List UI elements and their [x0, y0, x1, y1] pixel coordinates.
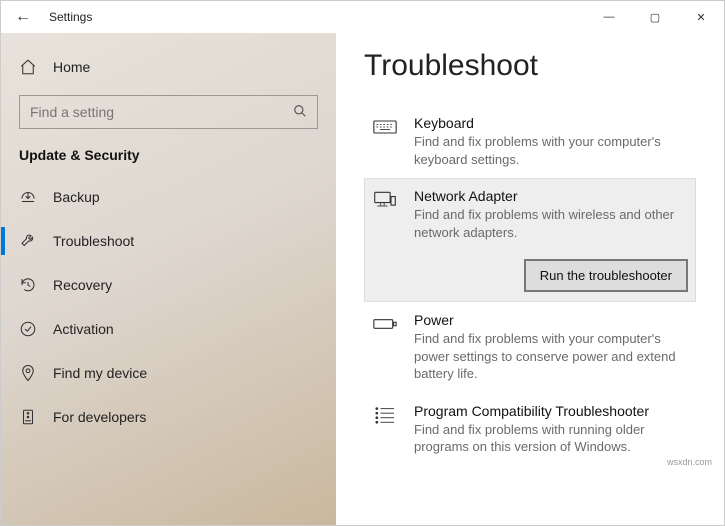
- sidebar-item-label: Activation: [53, 321, 114, 337]
- power-icon: [372, 312, 398, 383]
- sidebar-item-label: For developers: [53, 409, 146, 425]
- sidebar-item-recovery[interactable]: Recovery: [1, 263, 336, 307]
- run-troubleshooter-button[interactable]: Run the troubleshooter: [524, 259, 688, 292]
- sidebar: Home Update & Security Backup Troublesho…: [1, 33, 336, 525]
- troubleshooter-title: Keyboard: [414, 115, 688, 131]
- minimize-button[interactable]: —: [586, 1, 632, 33]
- search-input[interactable]: [19, 95, 318, 129]
- section-header: Update & Security: [1, 141, 336, 175]
- troubleshooter-keyboard[interactable]: Keyboard Find and fix problems with your…: [364, 105, 696, 178]
- sidebar-item-find-my-device[interactable]: Find my device: [1, 351, 336, 395]
- close-button[interactable]: ✕: [678, 1, 724, 33]
- activation-icon: [19, 320, 37, 338]
- troubleshoot-icon: [19, 232, 37, 250]
- watermark: wsxdn.com: [667, 457, 712, 467]
- home-icon: [19, 58, 37, 76]
- backup-icon: [19, 188, 37, 206]
- sidebar-item-label: Recovery: [53, 277, 112, 293]
- network-adapter-icon: [372, 188, 398, 292]
- maximize-button[interactable]: ▢: [632, 1, 678, 33]
- troubleshooter-desc: Find and fix problems with wireless and …: [414, 206, 688, 241]
- sidebar-item-label: Find my device: [53, 365, 147, 381]
- nav-home-label: Home: [53, 59, 90, 75]
- troubleshooter-title: Program Compatibility Troubleshooter: [414, 403, 688, 419]
- titlebar: ← Settings — ▢ ✕: [1, 1, 724, 33]
- window-title: Settings: [49, 10, 92, 24]
- troubleshooter-program-compatibility[interactable]: Program Compatibility Troubleshooter Fin…: [364, 393, 696, 466]
- troubleshooter-desc: Find and fix problems with your computer…: [414, 330, 688, 383]
- troubleshooter-title: Power: [414, 312, 688, 328]
- main-pane: Troubleshoot Keyboard Find and fix probl…: [336, 33, 724, 525]
- sidebar-item-for-developers[interactable]: For developers: [1, 395, 336, 439]
- troubleshooter-network-adapter[interactable]: Network Adapter Find and fix problems wi…: [364, 178, 696, 302]
- back-button[interactable]: ←: [1, 1, 45, 33]
- page-heading: Troubleshoot: [364, 49, 696, 83]
- sidebar-item-troubleshoot[interactable]: Troubleshoot: [1, 219, 336, 263]
- program-compatibility-icon: [372, 403, 398, 456]
- for-developers-icon: [19, 408, 37, 426]
- troubleshooter-power[interactable]: Power Find and fix problems with your co…: [364, 302, 696, 393]
- sidebar-item-label: Backup: [53, 189, 100, 205]
- keyboard-icon: [372, 115, 398, 168]
- search-icon: [293, 104, 307, 121]
- sidebar-item-activation[interactable]: Activation: [1, 307, 336, 351]
- recovery-icon: [19, 276, 37, 294]
- search-field[interactable]: [30, 104, 293, 120]
- troubleshooter-title: Network Adapter: [414, 188, 688, 204]
- troubleshooter-desc: Find and fix problems with running older…: [414, 421, 688, 456]
- sidebar-item-label: Troubleshoot: [53, 233, 134, 249]
- nav-home[interactable]: Home: [1, 47, 336, 87]
- troubleshooter-desc: Find and fix problems with your computer…: [414, 133, 688, 168]
- sidebar-item-backup[interactable]: Backup: [1, 175, 336, 219]
- find-my-device-icon: [19, 364, 37, 382]
